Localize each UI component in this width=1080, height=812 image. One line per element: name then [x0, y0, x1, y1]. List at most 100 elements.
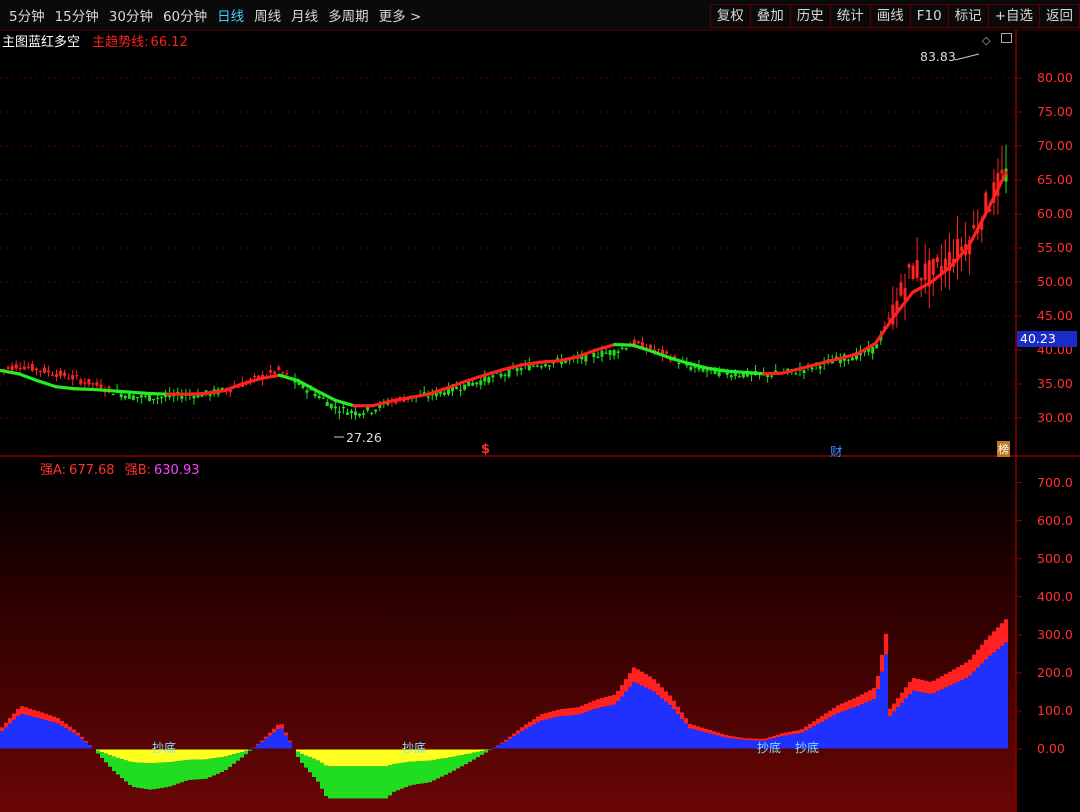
sub-tick-label: 100.0 [1037, 702, 1073, 718]
strength-b-bar [28, 715, 32, 749]
strength-b-bar [4, 727, 8, 749]
tab-60min[interactable]: 60分钟 [158, 5, 212, 25]
negative-bar [244, 749, 248, 751]
trend-segment [35, 379, 58, 389]
candle-body [701, 368, 705, 372]
strength-a-bar [996, 627, 1000, 650]
negative-bar [348, 749, 352, 767]
candle-body [107, 386, 111, 389]
candle-body [976, 230, 980, 233]
finance-marker[interactable]: 财 [830, 441, 843, 460]
tab-15min[interactable]: 15分钟 [50, 5, 104, 25]
strength-b-bar [644, 687, 648, 749]
strength-b-bar [580, 713, 584, 749]
tab-monthly[interactable]: 月线 [286, 5, 323, 25]
f10-button[interactable]: F10 [909, 4, 948, 28]
add-watchlist-button[interactable]: +自选 [987, 4, 1039, 28]
tab-daily[interactable]: 日线 [212, 5, 249, 25]
negative-deep-bar [400, 762, 404, 789]
negative-deep-bar [432, 759, 436, 781]
history-button[interactable]: 历史 [789, 4, 830, 28]
candle-body [184, 393, 188, 396]
strength-a-bar [900, 692, 904, 703]
negative-deep-bar [476, 751, 480, 758]
candle-body [394, 400, 398, 404]
diamond-icon[interactable]: ◇ [982, 34, 990, 47]
back-button[interactable]: 返回 [1039, 4, 1080, 28]
candle-body [531, 365, 535, 367]
negative-bar [384, 749, 388, 767]
strength-b-label: 强B: [124, 463, 151, 478]
statistics-button[interactable]: 统计 [829, 4, 870, 28]
candle-body [487, 376, 491, 383]
strength-b-bar [60, 725, 64, 749]
negative-deep-bar [188, 759, 192, 780]
mark-button[interactable]: 标记 [947, 4, 988, 28]
strength-b-bar [568, 715, 572, 749]
strength-b-bar [556, 716, 560, 749]
strength-a-bar [708, 730, 712, 734]
candle-body [232, 386, 236, 388]
overlay-button[interactable]: 叠加 [749, 4, 790, 28]
tab-weekly[interactable]: 周线 [249, 5, 286, 25]
negative-deep-bar [448, 757, 452, 773]
candle-body [673, 356, 677, 359]
candle-body [455, 386, 459, 389]
tab-30min[interactable]: 30分钟 [104, 5, 158, 25]
strength-a-bar [788, 731, 792, 735]
restore-rights-button[interactable]: 复权 [709, 4, 750, 28]
strength-a-bar [72, 729, 76, 733]
strength-b-bar [616, 701, 620, 749]
strength-a-bar [980, 644, 984, 664]
negative-deep-bar [344, 766, 348, 799]
candle-body [75, 375, 79, 377]
strength-b-bar [40, 719, 44, 749]
strength-b-bar [992, 652, 996, 749]
candle-body [1000, 169, 1004, 174]
negative-bar [376, 749, 380, 767]
candle-body [725, 372, 729, 375]
tab-multi-period[interactable]: 多周期 [323, 5, 374, 25]
candle-body [430, 391, 434, 396]
trend-segment [0, 368, 21, 376]
dividend-marker[interactable]: $ [481, 442, 490, 457]
strength-a-bar [964, 662, 968, 679]
strength-a-bar [60, 720, 64, 726]
strength-b-bar [72, 732, 76, 749]
strength-a-bar [516, 730, 520, 734]
sub-tick-label: 600.0 [1037, 512, 1073, 528]
tab-more[interactable]: 更多 > [374, 5, 427, 25]
negative-deep-bar [104, 753, 108, 763]
candle-body [390, 399, 394, 402]
strength-b-bar [600, 707, 604, 749]
strength-b-bar [976, 667, 980, 749]
negative-deep-bar [484, 750, 488, 753]
strength-a-bar [884, 633, 888, 655]
rank-marker[interactable]: 榜 [997, 441, 1010, 457]
candle-body [620, 347, 624, 349]
indicator-name: 主图蓝红多空 [2, 35, 81, 50]
draw-line-button[interactable]: 画线 [869, 4, 910, 28]
candle-body [228, 389, 232, 393]
strength-a-bar [912, 678, 916, 691]
strength-b-bar [52, 722, 56, 749]
layout-toggle-icon[interactable] [1001, 33, 1012, 43]
strength-b-bar [48, 721, 52, 749]
candle-body [810, 367, 814, 370]
strength-a-bar [604, 696, 608, 707]
negative-bar [324, 749, 328, 766]
negative-deep-bar [172, 761, 176, 786]
candle-body [794, 373, 798, 375]
sub-tick-label: 500.0 [1037, 550, 1073, 566]
negative-bar [356, 749, 360, 767]
negative-deep-bar [184, 760, 188, 781]
strength-b-bar [884, 654, 888, 749]
strength-b-bar [684, 723, 688, 749]
candle-body [632, 339, 636, 346]
strength-a-bar [724, 735, 728, 738]
tab-5min[interactable]: 5分钟 [4, 5, 50, 25]
trend-label: 主趋势线: [92, 35, 149, 50]
candle-body [333, 406, 337, 409]
trend-segment [911, 280, 934, 294]
candle-body [337, 411, 341, 413]
